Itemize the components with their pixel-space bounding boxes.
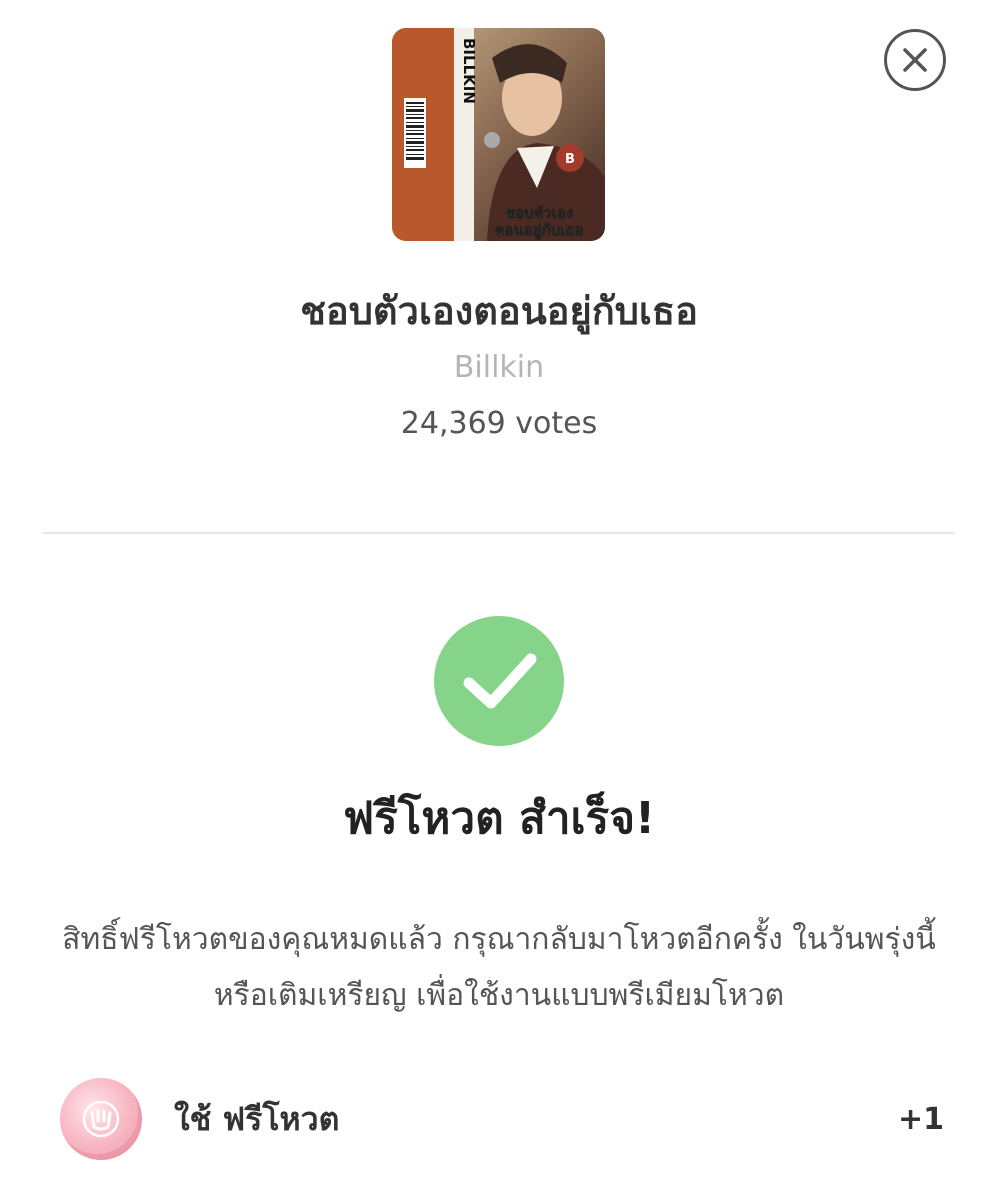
song-title: ชอบตัวเองตอนอยู่กับเธอ xyxy=(300,289,698,333)
close-button[interactable] xyxy=(884,29,946,91)
cover-title-line1: ชอบตัวเอง xyxy=(505,204,573,222)
cover-spine-text: BILLKIN xyxy=(460,38,478,104)
close-icon xyxy=(903,48,927,72)
check-icon xyxy=(463,653,537,709)
vote-count: 24,369 votes xyxy=(400,406,598,441)
artist-name: Billkin xyxy=(453,350,545,385)
free-vote-count: +1 xyxy=(897,1101,944,1137)
free-vote-row[interactable]: ใช้ ฟรีโหวต +1 xyxy=(60,1076,944,1162)
success-indicator xyxy=(434,616,564,746)
album-cover: BILLKIN B ชอบตัวเอง ตอนอยู่กับเธอ xyxy=(392,28,605,241)
cover-title-line2: ตอนอยู่กับเธอ xyxy=(495,221,584,240)
status-message: สิทธิ์ฟรีโหวตของคุณหมดแล้ว กรุณากลับมาโห… xyxy=(62,922,936,1013)
coin-icon xyxy=(60,1078,142,1160)
success-title: ฟรีโหวต สำเร็จ! xyxy=(342,793,656,844)
cover-badge-text: B xyxy=(565,152,575,167)
divider xyxy=(43,532,955,534)
free-vote-label: ใช้ ฟรีโหวต xyxy=(174,1099,340,1138)
